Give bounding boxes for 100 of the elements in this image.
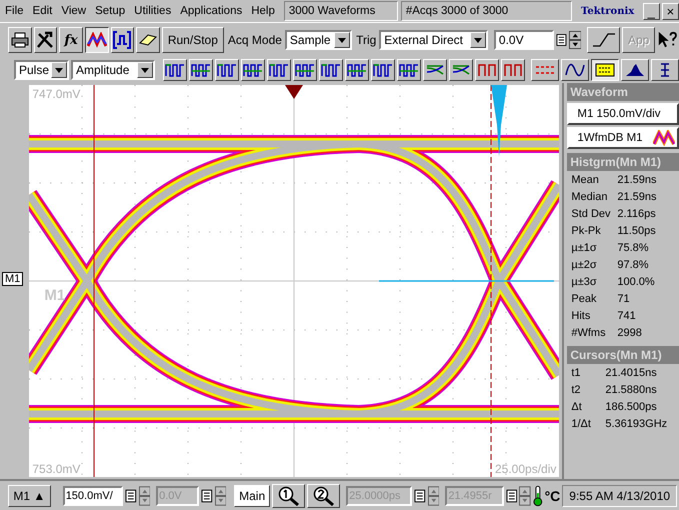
measurement-button[interactable] [475,59,499,81]
cursor-value: 186.500ps [605,400,657,412]
measurement-button[interactable] [319,59,343,81]
waveform-icon [86,32,107,48]
cursor-label: t1 [571,366,582,378]
stat-value: 11.50ps [617,224,656,236]
cursor-label: Δt [571,400,583,412]
timebase-label: 25.00ps/div [494,462,556,476]
cursor-line[interactable] [490,85,492,477]
scale-button[interactable]: M1 150.0mV/div [567,103,679,125]
readout-icon [595,63,615,77]
measurement-button[interactable] [189,59,213,81]
stat-label: Hits [571,310,592,322]
section-header: Cursors(Mn M1) [567,346,679,364]
stat-value: 75.8% [617,242,649,254]
dropdown-arrow-icon [338,38,346,42]
keypad-icon[interactable] [506,488,518,502]
stat-value: 21.59ns [617,174,657,186]
stat-label: #Wfms [571,326,607,338]
pulse-measure-icon [217,62,237,78]
toolbar-button[interactable] [84,27,109,53]
stat-value: 21.59ns [617,190,657,202]
stat-label: µ±2σ [571,258,598,270]
zoom-button[interactable] [272,484,306,508]
dropdown-arrow-icon [141,68,149,72]
scale-field[interactable]: 150.0mV/ [62,486,123,506]
measurement-button[interactable] [241,59,265,81]
stat-value: 2.116ps [617,208,656,220]
trigger-level-field[interactable]: 0.0V [494,30,554,50]
pulse-measure-icon [503,62,523,78]
menu-item[interactable]: View [61,5,86,17]
acq-mode-label: Acq Mode [228,33,282,47]
pulse-measure-icon [399,62,419,78]
clock: 9:55 AM 4/13/2010 [562,484,678,506]
window-button[interactable]: × [662,2,679,20]
trigger-edge-button[interactable] [587,27,620,53]
measurement-button[interactable] [397,59,421,81]
dropdown-arrow-icon [474,38,482,42]
keypad-icon[interactable] [414,488,426,502]
keypad-icon[interactable] [556,33,567,47]
help-pointer-icon[interactable] [657,30,679,50]
stat-value: 97.8% [617,258,649,270]
temperature-unit: °C [544,488,560,504]
measurement-button[interactable] [345,59,369,81]
stat-value: 71 [617,292,630,304]
measurement-type-dropdown[interactable]: Pulse [14,60,69,80]
stat-value: 100.0% [617,276,655,288]
keypad-icon[interactable] [200,488,212,502]
run-stop-button[interactable]: Run/Stop [162,27,224,53]
measurement-button[interactable] [267,59,291,81]
measurement-button[interactable] [293,59,317,81]
magnifier-two-icon [312,486,335,506]
measurement-button[interactable] [215,59,239,81]
measurement-button[interactable] [423,59,447,81]
measurement-button[interactable] [449,59,473,81]
toolbar-button[interactable]: fx [59,27,83,53]
menu-item[interactable]: Applications [180,5,242,17]
zoom-button[interactable] [307,484,340,508]
menu-item[interactable]: File [5,5,24,17]
pulse-measure-icon [347,62,367,78]
acquisition-value: 3000 of 3000 [441,4,508,19]
wave-icon [565,63,585,77]
keypad-icon[interactable] [124,488,136,502]
cursor-label: t2 [571,384,582,396]
stat-label: Median [571,190,608,202]
menu-item[interactable]: Help [251,5,275,17]
pulse-measure-icon [373,62,393,78]
menu-item[interactable]: Setup [95,5,126,17]
channel-marker[interactable]: M1 [2,272,24,286]
stat-label: Mean [571,174,600,186]
stat-label: Peak [571,292,598,304]
trigger-source-dropdown[interactable]: External Direct [379,30,488,50]
pulse-measure-icon [477,62,497,78]
measurement-button[interactable] [501,59,525,81]
waveform-database-button[interactable]: 1WfmDB M1 [567,127,679,149]
cursor-line[interactable] [94,85,95,477]
acq-mode-dropdown[interactable]: Sample [284,30,352,50]
trigger-label: Trig [356,33,376,47]
spin-buttons-icon[interactable] [568,30,582,50]
stat-label: µ±3σ [571,276,598,288]
main-timebase-button[interactable]: Main [234,484,270,506]
thermometer-icon [532,484,543,506]
channel-button[interactable]: M1 ▲ [8,484,51,506]
stat-value: 741 [617,310,636,322]
measurement-button[interactable] [371,59,395,81]
cursor-value: 21.4015ns [605,366,657,378]
acquisition-label: #Acqs [406,4,438,19]
measurement-dropdown[interactable]: Amplitude [71,60,155,80]
window-button[interactable]: _ [642,2,660,20]
menu-item[interactable]: Edit [32,5,52,17]
trigger-position-icon[interactable] [285,85,304,99]
pulse-measure-icon [321,62,341,78]
pulse-measure-icon [295,62,315,78]
view-button[interactable] [591,59,619,81]
menu-item[interactable]: Utilities [134,5,172,17]
rising-edge-icon [592,33,616,47]
stat-label: Std Dev [571,208,612,220]
bottom-voltage-label: 753.0mV [32,462,80,476]
measurement-button[interactable] [163,59,187,81]
top-voltage-label: 747.0mV [32,87,80,101]
